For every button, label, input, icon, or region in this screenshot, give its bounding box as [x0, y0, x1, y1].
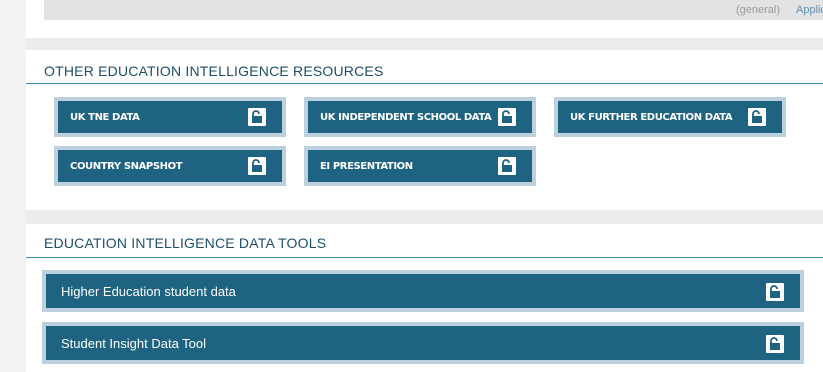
unlock-icon — [766, 283, 784, 301]
resource-tile-ei-presentation[interactable]: EI PRESENTATION — [304, 146, 536, 186]
resource-tile-label: COUNTRY SNAPSHOT — [70, 160, 183, 172]
resource-tile-body: UK TNE DATA — [58, 101, 282, 133]
unlock-icon — [248, 108, 266, 126]
resource-tile-uk-tne-data[interactable]: UK TNE DATA — [54, 97, 286, 137]
tool-higher-education-student-data[interactable]: Higher Education student data — [42, 270, 804, 312]
unlock-icon — [248, 157, 266, 175]
resource-tile-country-snapshot[interactable]: COUNTRY SNAPSHOT — [54, 146, 286, 186]
resources-panel: OTHER EDUCATION INTELLIGENCE RESOURCES U… — [26, 50, 823, 210]
resource-tile-uk-independent-school-data[interactable]: UK INDEPENDENT SCHOOL DATA — [304, 97, 536, 137]
resource-tile-body: UK FURTHER EDUCATION DATA — [558, 101, 782, 133]
previous-section-strip: (general) Application — [44, 0, 823, 20]
resources-heading-rule — [26, 83, 823, 84]
tool-label: Student Insight Data Tool — [61, 335, 207, 351]
tool-student-insight-data-tool[interactable]: Student Insight Data Tool — [42, 322, 804, 364]
unlock-icon — [766, 335, 784, 353]
tool-bar-body: Higher Education student data — [46, 274, 800, 308]
resource-tile-body: UK INDEPENDENT SCHOOL DATA — [308, 101, 532, 133]
resource-tile-body: COUNTRY SNAPSHOT — [58, 150, 282, 182]
resource-tile-label: UK FURTHER EDUCATION DATA — [570, 111, 733, 123]
resource-tile-label: EI PRESENTATION — [320, 160, 413, 172]
left-rail — [0, 0, 26, 372]
cut-off-application-link[interactable]: Application — [796, 4, 823, 16]
data-tools-panel: EDUCATION INTELLIGENCE DATA TOOLS Higher… — [26, 224, 823, 372]
resource-tile-label: UK TNE DATA — [70, 111, 140, 123]
unlock-icon — [498, 108, 516, 126]
tool-bar-body: Student Insight Data Tool — [46, 326, 800, 360]
data-tools-heading-rule — [26, 257, 823, 258]
unlock-icon — [748, 108, 766, 126]
data-tools-heading: EDUCATION INTELLIGENCE DATA TOOLS — [44, 235, 327, 251]
cut-off-general-text: (general) — [736, 4, 781, 16]
resource-tile-uk-further-education-data[interactable]: UK FURTHER EDUCATION DATA — [554, 97, 786, 137]
resources-heading: OTHER EDUCATION INTELLIGENCE RESOURCES — [44, 63, 384, 79]
resource-tile-label: UK INDEPENDENT SCHOOL DATA — [320, 111, 492, 123]
unlock-icon — [498, 157, 516, 175]
tool-label: Higher Education student data — [61, 283, 236, 299]
resource-tile-body: EI PRESENTATION — [308, 150, 532, 182]
